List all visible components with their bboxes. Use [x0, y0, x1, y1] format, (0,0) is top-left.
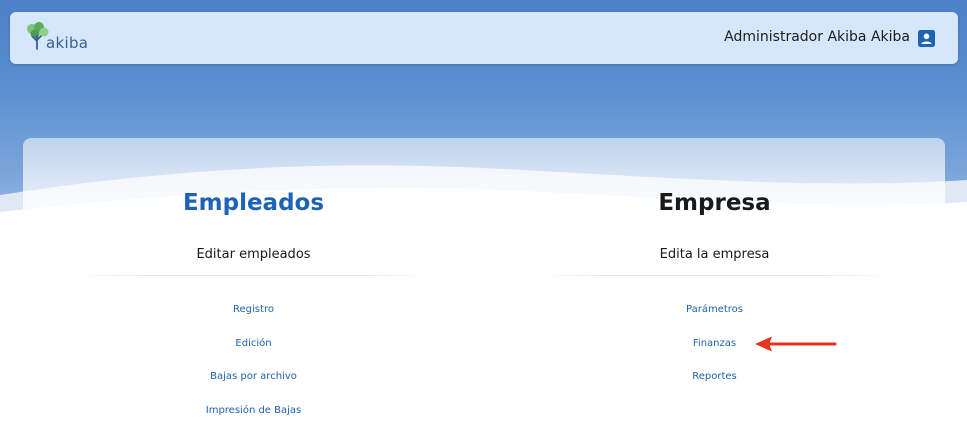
- company-subtitle: Edita la empresa: [659, 247, 770, 262]
- company-links: Parámetros Finanzas Reportes: [484, 303, 945, 404]
- company-divider: [539, 275, 890, 276]
- top-header: akiba Administrador Akiba Akiba: [10, 12, 958, 64]
- link-impresion-de-bajas[interactable]: Impresión de Bajas: [23, 404, 484, 438]
- link-bajas-por-archivo[interactable]: Bajas por archivo: [23, 370, 484, 404]
- link-reportes[interactable]: Reportes: [484, 370, 945, 404]
- user-card-icon[interactable]: [918, 30, 935, 47]
- employees-links: Registro Edición Bajas por archivo Impre…: [23, 303, 484, 437]
- link-edicion[interactable]: Edición: [23, 337, 484, 371]
- employees-subtitle: Editar empleados: [196, 247, 311, 262]
- company-title: Empresa: [658, 190, 771, 216]
- link-finanzas[interactable]: Finanzas: [484, 337, 945, 371]
- employees-section: Empleados Editar empleados Registro Edic…: [23, 138, 484, 438]
- logo-text: akiba: [46, 34, 89, 52]
- akiba-logo[interactable]: akiba: [24, 22, 94, 56]
- employees-divider: [78, 275, 429, 276]
- main-card: Empleados Editar empleados Registro Edic…: [23, 138, 945, 438]
- link-registro[interactable]: Registro: [23, 303, 484, 337]
- user-name[interactable]: Administrador Akiba Akiba: [724, 29, 910, 45]
- link-parametros[interactable]: Parámetros: [484, 303, 945, 337]
- employees-title: Empleados: [182, 190, 325, 216]
- red-arrow-left-icon: [755, 336, 837, 352]
- company-section: Empresa Edita la empresa Parámetros Fina…: [484, 138, 945, 438]
